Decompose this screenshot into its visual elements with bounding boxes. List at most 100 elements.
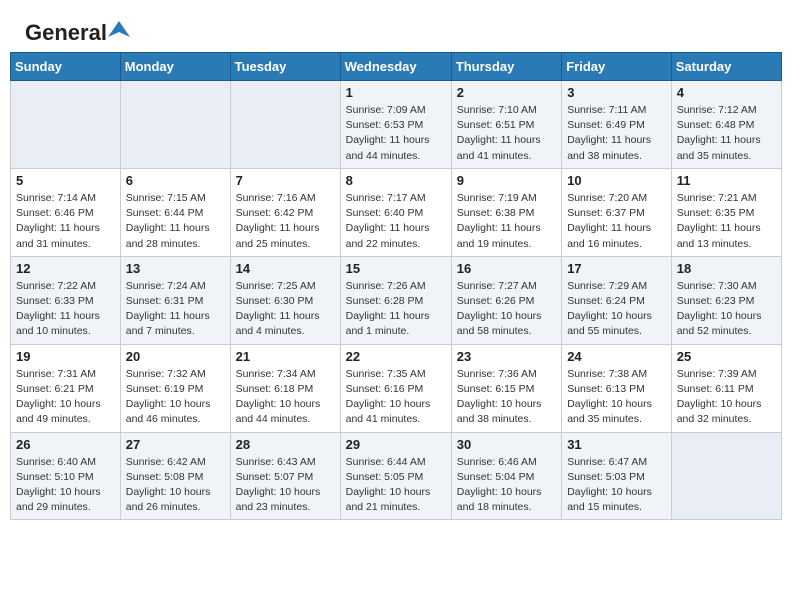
- day-number: 31: [567, 437, 666, 452]
- day-info: Sunrise: 6:42 AM Sunset: 5:08 PM Dayligh…: [126, 455, 225, 516]
- day-number: 22: [346, 349, 446, 364]
- day-info: Sunrise: 7:35 AM Sunset: 6:16 PM Dayligh…: [346, 367, 446, 428]
- day-info: Sunrise: 7:10 AM Sunset: 6:51 PM Dayligh…: [457, 103, 556, 164]
- day-number: 11: [677, 173, 776, 188]
- day-info: Sunrise: 7:14 AM Sunset: 6:46 PM Dayligh…: [16, 191, 115, 252]
- calendar-cell: 14Sunrise: 7:25 AM Sunset: 6:30 PM Dayli…: [230, 256, 340, 344]
- calendar-cell: 1 Sunrise: 7:09 AM Sunset: 6:53 PM Daylig…: [340, 81, 451, 169]
- calendar-cell: 16 Sunrise: 7:27 AM Sunset: 6:26 PM Dayli…: [451, 256, 561, 344]
- day-info: Sunrise: 7:12 AM Sunset: 6:48 PM Dayligh…: [677, 103, 776, 164]
- day-number: 21: [236, 349, 335, 364]
- calendar-cell: 21 Sunrise: 7:34 AM Sunset: 6:18 PM Dayli…: [230, 344, 340, 432]
- calendar-cell: 6 Sunrise: 7:15 AM Sunset: 6:44 PM Daylig…: [120, 168, 230, 256]
- day-info: Sunrise: 7:32 AM Sunset: 6:19 PM Dayligh…: [126, 367, 225, 428]
- calendar-cell: 17 Sunrise: 7:29 AM Sunset: 6:24 PM Dayli…: [562, 256, 672, 344]
- day-number: 2: [457, 85, 556, 100]
- calendar-cell: 31 Sunrise: 6:47 AM Sunset: 5:03 PM Dayli…: [562, 432, 672, 520]
- day-number: 25: [677, 349, 776, 364]
- day-number: 17: [567, 261, 666, 276]
- day-number: 3: [567, 85, 666, 100]
- calendar-week-row: 5 Sunrise: 7:14 AM Sunset: 6:46 PM Daylig…: [11, 168, 782, 256]
- calendar-cell: 30 Sunrise: 6:46 AM Sunset: 5:04 PM Dayli…: [451, 432, 561, 520]
- calendar-week-row: 19 Sunrise: 7:31 AM Sunset: 6:21 PM Dayli…: [11, 344, 782, 432]
- weekday-header-wednesday: Wednesday: [340, 53, 451, 81]
- day-number: 4: [677, 85, 776, 100]
- day-number: 29: [346, 437, 446, 452]
- calendar-cell: 28 Sunrise: 6:43 AM Sunset: 5:07 PM Dayli…: [230, 432, 340, 520]
- day-info: Sunrise: 7:21 AM Sunset: 6:35 PM Dayligh…: [677, 191, 776, 252]
- day-number: 6: [126, 173, 225, 188]
- day-info: Sunrise: 7:31 AM Sunset: 6:21 PM Dayligh…: [16, 367, 115, 428]
- day-number: 27: [126, 437, 225, 452]
- calendar-cell: 4 Sunrise: 7:12 AM Sunset: 6:48 PM Daylig…: [671, 81, 781, 169]
- calendar-cell: 27 Sunrise: 6:42 AM Sunset: 5:08 PM Dayli…: [120, 432, 230, 520]
- calendar-cell: 25 Sunrise: 7:39 AM Sunset: 6:11 PM Dayli…: [671, 344, 781, 432]
- calendar-cell: 2 Sunrise: 7:10 AM Sunset: 6:51 PM Daylig…: [451, 81, 561, 169]
- day-info: Sunrise: 6:43 AM Sunset: 5:07 PM Dayligh…: [236, 455, 335, 516]
- day-number: 19: [16, 349, 115, 364]
- day-number: 10: [567, 173, 666, 188]
- calendar-cell: 7Sunrise: 7:16 AM Sunset: 6:42 PM Daylig…: [230, 168, 340, 256]
- day-number: 23: [457, 349, 556, 364]
- calendar-cell: [230, 81, 340, 169]
- calendar-cell: 22 Sunrise: 7:35 AM Sunset: 6:16 PM Dayli…: [340, 344, 451, 432]
- weekday-header-saturday: Saturday: [671, 53, 781, 81]
- day-info: Sunrise: 7:19 AM Sunset: 6:38 PM Dayligh…: [457, 191, 556, 252]
- calendar-cell: 23Sunrise: 7:36 AM Sunset: 6:15 PM Dayli…: [451, 344, 561, 432]
- logo: General: [25, 20, 130, 42]
- calendar-cell: [120, 81, 230, 169]
- calendar-cell: 18 Sunrise: 7:30 AM Sunset: 6:23 PM Dayli…: [671, 256, 781, 344]
- day-info: Sunrise: 7:38 AM Sunset: 6:13 PM Dayligh…: [567, 367, 666, 428]
- day-info: Sunrise: 6:46 AM Sunset: 5:04 PM Dayligh…: [457, 455, 556, 516]
- calendar-cell: [671, 432, 781, 520]
- day-info: Sunrise: 7:25 AM Sunset: 6:30 PM Dayligh…: [236, 279, 335, 340]
- calendar-cell: 19 Sunrise: 7:31 AM Sunset: 6:21 PM Dayli…: [11, 344, 121, 432]
- weekday-header-thursday: Thursday: [451, 53, 561, 81]
- day-info: Sunrise: 7:17 AM Sunset: 6:40 PM Dayligh…: [346, 191, 446, 252]
- day-info: Sunrise: 7:34 AM Sunset: 6:18 PM Dayligh…: [236, 367, 335, 428]
- calendar-cell: 5 Sunrise: 7:14 AM Sunset: 6:46 PM Daylig…: [11, 168, 121, 256]
- day-info: Sunrise: 7:09 AM Sunset: 6:53 PM Dayligh…: [346, 103, 446, 164]
- weekday-header-row: SundayMondayTuesdayWednesdayThursdayFrid…: [11, 53, 782, 81]
- calendar-cell: 15 Sunrise: 7:26 AM Sunset: 6:28 PM Dayli…: [340, 256, 451, 344]
- calendar-cell: [11, 81, 121, 169]
- day-number: 16: [457, 261, 556, 276]
- day-info: Sunrise: 7:39 AM Sunset: 6:11 PM Dayligh…: [677, 367, 776, 428]
- day-info: Sunrise: 7:22 AM Sunset: 6:33 PM Dayligh…: [16, 279, 115, 340]
- day-number: 5: [16, 173, 115, 188]
- day-number: 28: [236, 437, 335, 452]
- day-number: 30: [457, 437, 556, 452]
- day-number: 7: [236, 173, 335, 188]
- day-info: Sunrise: 7:26 AM Sunset: 6:28 PM Dayligh…: [346, 279, 446, 340]
- day-info: Sunrise: 7:27 AM Sunset: 6:26 PM Dayligh…: [457, 279, 556, 340]
- calendar-cell: 9 Sunrise: 7:19 AM Sunset: 6:38 PM Daylig…: [451, 168, 561, 256]
- day-number: 12: [16, 261, 115, 276]
- day-number: 20: [126, 349, 225, 364]
- logo-bird-icon: [108, 19, 130, 41]
- calendar-cell: 24Sunrise: 7:38 AM Sunset: 6:13 PM Dayli…: [562, 344, 672, 432]
- weekday-header-sunday: Sunday: [11, 53, 121, 81]
- weekday-header-friday: Friday: [562, 53, 672, 81]
- calendar-cell: 20 Sunrise: 7:32 AM Sunset: 6:19 PM Dayli…: [120, 344, 230, 432]
- day-number: 18: [677, 261, 776, 276]
- calendar-cell: 29 Sunrise: 6:44 AM Sunset: 5:05 PM Dayli…: [340, 432, 451, 520]
- calendar-week-row: 1 Sunrise: 7:09 AM Sunset: 6:53 PM Daylig…: [11, 81, 782, 169]
- day-info: Sunrise: 6:44 AM Sunset: 5:05 PM Dayligh…: [346, 455, 446, 516]
- calendar-cell: 11 Sunrise: 7:21 AM Sunset: 6:35 PM Dayli…: [671, 168, 781, 256]
- day-number: 9: [457, 173, 556, 188]
- day-info: Sunrise: 7:15 AM Sunset: 6:44 PM Dayligh…: [126, 191, 225, 252]
- day-info: Sunrise: 7:30 AM Sunset: 6:23 PM Dayligh…: [677, 279, 776, 340]
- calendar-week-row: 26Sunrise: 6:40 AM Sunset: 5:10 PM Dayli…: [11, 432, 782, 520]
- logo-general: General: [25, 20, 107, 46]
- day-number: 26: [16, 437, 115, 452]
- day-number: 8: [346, 173, 446, 188]
- day-number: 15: [346, 261, 446, 276]
- day-info: Sunrise: 6:47 AM Sunset: 5:03 PM Dayligh…: [567, 455, 666, 516]
- calendar-cell: 13Sunrise: 7:24 AM Sunset: 6:31 PM Dayli…: [120, 256, 230, 344]
- day-info: Sunrise: 7:11 AM Sunset: 6:49 PM Dayligh…: [567, 103, 666, 164]
- page-header: General: [10, 10, 782, 47]
- day-info: Sunrise: 7:29 AM Sunset: 6:24 PM Dayligh…: [567, 279, 666, 340]
- day-number: 1: [346, 85, 446, 100]
- weekday-header-monday: Monday: [120, 53, 230, 81]
- day-info: Sunrise: 7:20 AM Sunset: 6:37 PM Dayligh…: [567, 191, 666, 252]
